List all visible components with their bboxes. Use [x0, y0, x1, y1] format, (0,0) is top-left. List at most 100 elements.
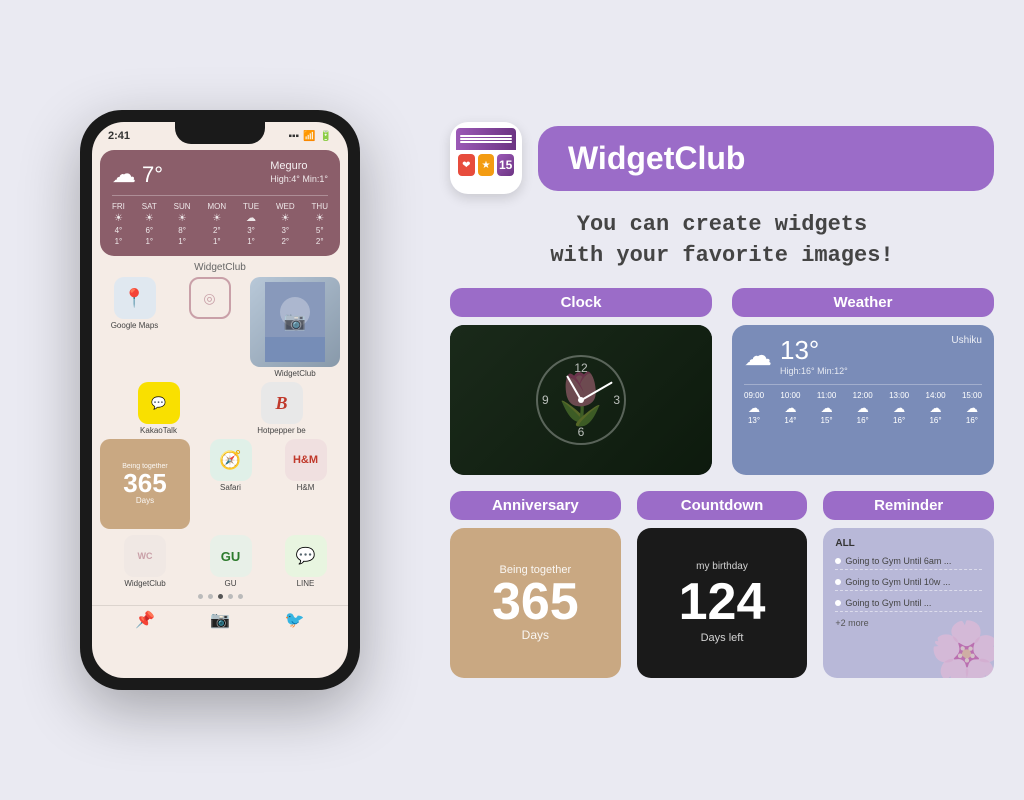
logo-icons-row: ❤ ★ 15	[456, 152, 516, 188]
phone-app-grid-1: 📍 Google Maps ◎	[100, 277, 340, 378]
clock-min-hand	[581, 381, 613, 400]
kakao-app[interactable]: 💬 KakaoTalk	[100, 382, 217, 435]
phone-weather-widget[interactable]: ☁ 7° Meguro High:4° Min:1° FRI☀4°1° SAT☀…	[100, 150, 340, 256]
circle-app[interactable]: ◎	[175, 277, 244, 330]
clock-3: 3	[613, 393, 620, 407]
tagline-line1: You can create widgets	[450, 210, 994, 241]
hotpepper-icon: B	[261, 382, 303, 424]
widgetclub-icon-2: WC	[124, 535, 166, 577]
brand-pill: WidgetClub	[538, 126, 994, 191]
weather-preview-temp: 13°	[780, 335, 848, 366]
weather-preview-cloud-icon: ☁	[744, 339, 772, 372]
phone-section: 2:41 ▪▪▪ 📶 🔋 ☁ 7° Me	[30, 110, 410, 690]
wifi-icon: 📶	[303, 131, 315, 142]
hm-icon: H&M	[285, 439, 327, 481]
widget-types-row-1: Clock 🌷 12 3 6 9	[450, 288, 994, 475]
hotpepper-app[interactable]: B Hotpepper be	[223, 382, 340, 435]
svg-text:📷: 📷	[284, 311, 306, 331]
phone-app-grid-2: 💬 KakaoTalk B Hotpepper be	[100, 382, 340, 435]
phone-widget-club-label: WidgetClub	[92, 262, 348, 273]
time-display: 2:41	[108, 130, 130, 142]
anniversary-preview: Being together 365 Days	[450, 528, 621, 678]
logo-line-2	[460, 138, 512, 140]
logo-red-icon: ❤	[458, 154, 475, 176]
maps-label: Google Maps	[111, 321, 159, 330]
dot-2	[208, 594, 213, 599]
weather-preview: ☁ 13° High:16° Min:12° Ushiku 09:00☁13° …	[732, 325, 994, 475]
signal-icon: ▪▪▪	[288, 131, 299, 142]
anniversary-col: Anniversary Being together 365 Days	[450, 491, 621, 678]
dot-3	[218, 594, 223, 599]
circle-icon: ◎	[189, 277, 231, 319]
bottom-icons: 📌 📷 🐦	[92, 605, 348, 634]
brand-name: WidgetClub	[568, 140, 745, 176]
reminder-preview: 🌸 ALL Going to Gym Until 6am ... Going t…	[823, 528, 994, 678]
clock-preview: 🌷 12 3 6 9	[450, 325, 712, 475]
clock-9: 9	[542, 393, 549, 407]
phone-weather-forecast: FRI☀4°1° SAT☀6°1° SUN☀8°1° MON☀2°1° TUE☁…	[112, 195, 328, 246]
phone-app-grid-3: Being together 365 Days 🧭 Safari H&M H&M	[100, 439, 340, 588]
main-container: 2:41 ▪▪▪ 📶 🔋 ☁ 7° Me	[0, 0, 1024, 800]
countdown-badge[interactable]: Countdown	[637, 491, 808, 520]
photo-display: 📷	[250, 277, 340, 367]
clock-12: 12	[574, 361, 587, 375]
safari-icon: 🧭	[210, 439, 252, 481]
status-icons: ▪▪▪ 📶 🔋	[288, 131, 332, 142]
dot-4	[228, 594, 233, 599]
logo-inner: ❤ ★ 15	[456, 128, 516, 188]
reminder-col: Reminder 🌸 ALL Going to Gym Until 6am ..…	[823, 491, 994, 678]
phone-weather-location: Meguro	[270, 160, 328, 172]
dot-1	[198, 594, 203, 599]
ap-unit: Days	[522, 628, 549, 642]
reminder-item-3: Going to Gym Until ...	[835, 595, 982, 612]
phone-screen: 2:41 ▪▪▪ 📶 🔋 ☁ 7° Me	[92, 122, 348, 678]
bottom-icon-3[interactable]: 🐦	[285, 610, 305, 630]
clock-badge[interactable]: Clock	[450, 288, 712, 317]
right-section: ❤ ★ 15 WidgetClub You can create widgets…	[450, 122, 994, 678]
logo-yellow-icon: ★	[478, 154, 495, 176]
widgetclub-photo-label: WidgetClub	[274, 369, 315, 378]
line-label: LINE	[297, 579, 315, 588]
hotpepper-label: Hotpepper be	[257, 426, 305, 435]
header-row: ❤ ★ 15 WidgetClub	[450, 122, 994, 194]
hm-label: H&M	[297, 483, 315, 492]
clock-6: 6	[578, 425, 585, 439]
bottom-icon-1[interactable]: 📌	[135, 610, 155, 630]
tagline: You can create widgets with your favorit…	[450, 210, 994, 272]
clock-col: Clock 🌷 12 3 6 9	[450, 288, 712, 475]
reminder-dot-1	[835, 558, 841, 564]
app-logo[interactable]: ❤ ★ 15	[450, 122, 522, 194]
google-maps-app[interactable]: 📍 Google Maps	[100, 277, 169, 330]
weather-preview-location: Ushiku	[951, 335, 982, 346]
line-app[interactable]: 💬 LINE	[271, 535, 340, 588]
gu-icon: GU	[210, 535, 252, 577]
anniversary-badge[interactable]: Anniversary	[450, 491, 621, 520]
weather-preview-highlow: High:16° Min:12°	[780, 366, 848, 376]
weather-badge[interactable]: Weather	[732, 288, 994, 317]
logo-line-area	[456, 128, 516, 150]
countdown-preview: my birthday 124 Days left	[637, 528, 808, 678]
logo-line-1	[460, 135, 512, 137]
gu-label: GU	[225, 579, 237, 588]
widgetclub-app-2[interactable]: WC WidgetClub	[100, 535, 190, 588]
reminder-all-label: ALL	[835, 538, 982, 549]
tagline-line2: with your favorite images!	[450, 241, 994, 272]
phone-weather-temp: 7°	[142, 162, 163, 188]
reminder-badge[interactable]: Reminder	[823, 491, 994, 520]
battery-icon: 🔋	[320, 131, 332, 142]
phone-frame: 2:41 ▪▪▪ 📶 🔋 ☁ 7° Me	[80, 110, 360, 690]
clock-face: 12 3 6 9	[536, 355, 626, 445]
photo-widget[interactable]: 📷 WidgetClub	[250, 277, 340, 378]
phone-notch	[175, 122, 265, 144]
weather-col: Weather ☁ 13° High:16° Min:12° Ushiku	[732, 288, 994, 475]
gu-app[interactable]: GU GU	[196, 535, 265, 588]
phone-weather-cloud-icon: ☁	[112, 160, 136, 189]
ap-number: 365	[492, 576, 579, 628]
hm-app[interactable]: H&M H&M	[271, 439, 340, 529]
phone-anniversary-widget[interactable]: Being together 365 Days	[100, 439, 190, 529]
maps-icon: 📍	[114, 277, 156, 319]
cd-unit: Days left	[701, 632, 744, 644]
phone-weather-highlow: High:4° Min:1°	[270, 174, 328, 184]
safari-app[interactable]: 🧭 Safari	[196, 439, 265, 529]
bottom-icon-2[interactable]: 📷	[210, 610, 230, 630]
